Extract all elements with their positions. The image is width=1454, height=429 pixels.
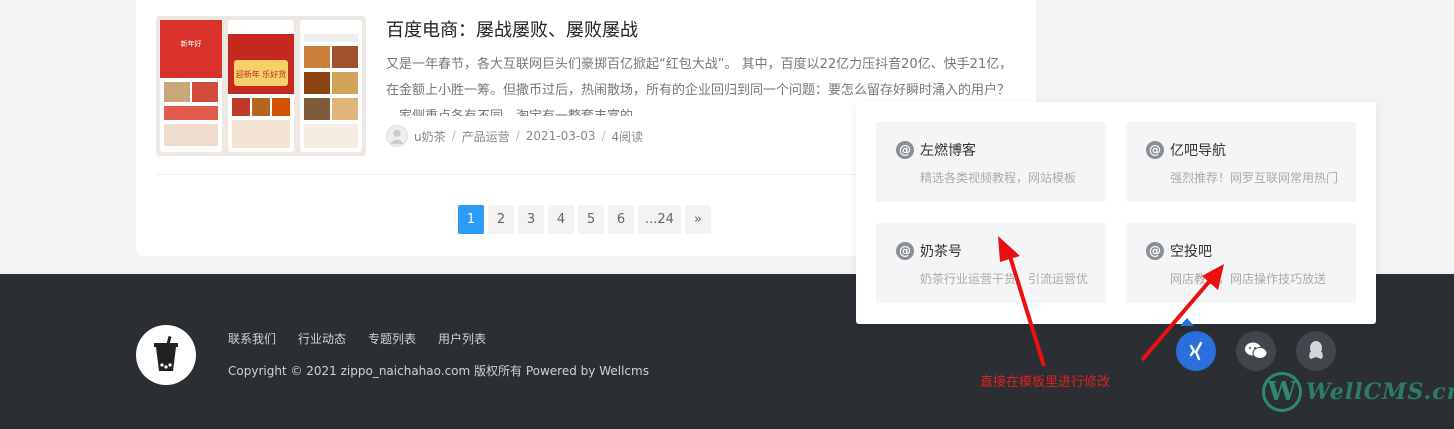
friend-link-name: 奶茶号	[920, 244, 962, 260]
post-title[interactable]: 百度电商：屡战屡败、屡败屡战	[386, 16, 638, 42]
user-icon	[389, 129, 405, 145]
meta-separator: /	[601, 129, 606, 143]
page-1[interactable]: 1	[458, 205, 484, 234]
meta-separator: /	[451, 129, 456, 143]
watermark: W WellCMS.cn	[1262, 372, 1454, 412]
friend-link-desc: 强烈推荐！网罗互联网常用热门	[1170, 171, 1339, 185]
post-reads: 4阅读	[611, 129, 644, 144]
qq-icon	[1309, 341, 1323, 359]
post-thumbnail[interactable]: 迎新年 乐好货 新年好	[156, 16, 366, 156]
footer-link-news[interactable]: 行业动态	[298, 330, 346, 347]
post-category[interactable]: 产品运营	[462, 128, 510, 145]
post-meta: u奶茶 / 产品运营 / 2021-03-03 / 4阅读	[386, 124, 643, 148]
footer-links: 联系我们 行业动态 专题列表 用户列表	[228, 330, 486, 347]
thumb-text-1: 新年好	[181, 39, 202, 48]
watermark-text: WellCMS.cn	[1306, 379, 1454, 405]
friend-link-name: 空投吧	[1170, 244, 1212, 260]
friend-link-card[interactable]: @ 亿吧导航 强烈推荐！网罗互联网常用热门	[1126, 122, 1356, 202]
xing-icon	[1189, 341, 1203, 361]
friend-link-card[interactable]: @ 左燃博客 精选各类视频教程，网站模板	[876, 122, 1106, 202]
friend-link-desc: 网店教程，网店操作技巧放送	[1170, 272, 1327, 286]
avatar[interactable]	[386, 125, 408, 147]
milk-tea-icon	[154, 335, 178, 371]
footer-link-contact[interactable]: 联系我们	[228, 330, 276, 347]
footer-link-topics[interactable]: 专题列表	[368, 330, 416, 347]
at-icon: @	[1146, 141, 1164, 159]
page-5[interactable]: 5	[578, 205, 604, 234]
friend-link-card[interactable]: @ 空投吧 网店教程，网店操作技巧放送	[1126, 223, 1356, 303]
pagination: 1 2 3 4 5 6 ...24 »	[458, 205, 711, 234]
wechat-button[interactable]	[1236, 331, 1276, 371]
qq-button[interactable]	[1296, 331, 1336, 371]
footer-link-users[interactable]: 用户列表	[438, 330, 486, 347]
friend-links-popover: @ 左燃博客 精选各类视频教程，网站模板 @ 亿吧导航 强烈推荐！网罗互联网常用热门…	[856, 102, 1376, 324]
friend-link-desc: 精选各类视频教程，网站模板	[920, 171, 1077, 185]
page-last[interactable]: ...24	[638, 205, 681, 234]
page-3[interactable]: 3	[518, 205, 544, 234]
xing-button[interactable]	[1176, 331, 1216, 371]
page-6[interactable]: 6	[608, 205, 634, 234]
site-logo[interactable]	[136, 325, 196, 385]
friend-link-name: 左燃博客	[920, 143, 976, 159]
at-icon: @	[896, 242, 914, 260]
post-date: 2021-03-03	[525, 129, 596, 143]
watermark-logo: W	[1262, 372, 1302, 412]
friend-link-name: 亿吧导航	[1170, 143, 1226, 159]
friend-link-desc: 奶茶行业运营干货，引流运营优	[920, 272, 1089, 286]
wechat-icon	[1245, 342, 1268, 359]
page-2[interactable]: 2	[488, 205, 514, 234]
at-icon: @	[896, 141, 914, 159]
copyright: Copyright © 2021 zippo_naichahao.com 版权所…	[228, 364, 649, 378]
at-icon: @	[1146, 242, 1164, 260]
annotation-text: 直接在模板里进行修改	[980, 375, 1111, 390]
thumb-text-2: 迎新年 乐好货	[236, 69, 287, 79]
page-4[interactable]: 4	[548, 205, 574, 234]
friend-link-card[interactable]: @ 奶茶号 奶茶行业运营干货，引流运营优	[876, 223, 1106, 303]
post-author[interactable]: u奶茶	[414, 128, 446, 145]
thumbnail-image: 迎新年 乐好货 新年好	[156, 16, 366, 156]
page-next[interactable]: »	[684, 205, 711, 234]
meta-separator: /	[515, 129, 520, 143]
